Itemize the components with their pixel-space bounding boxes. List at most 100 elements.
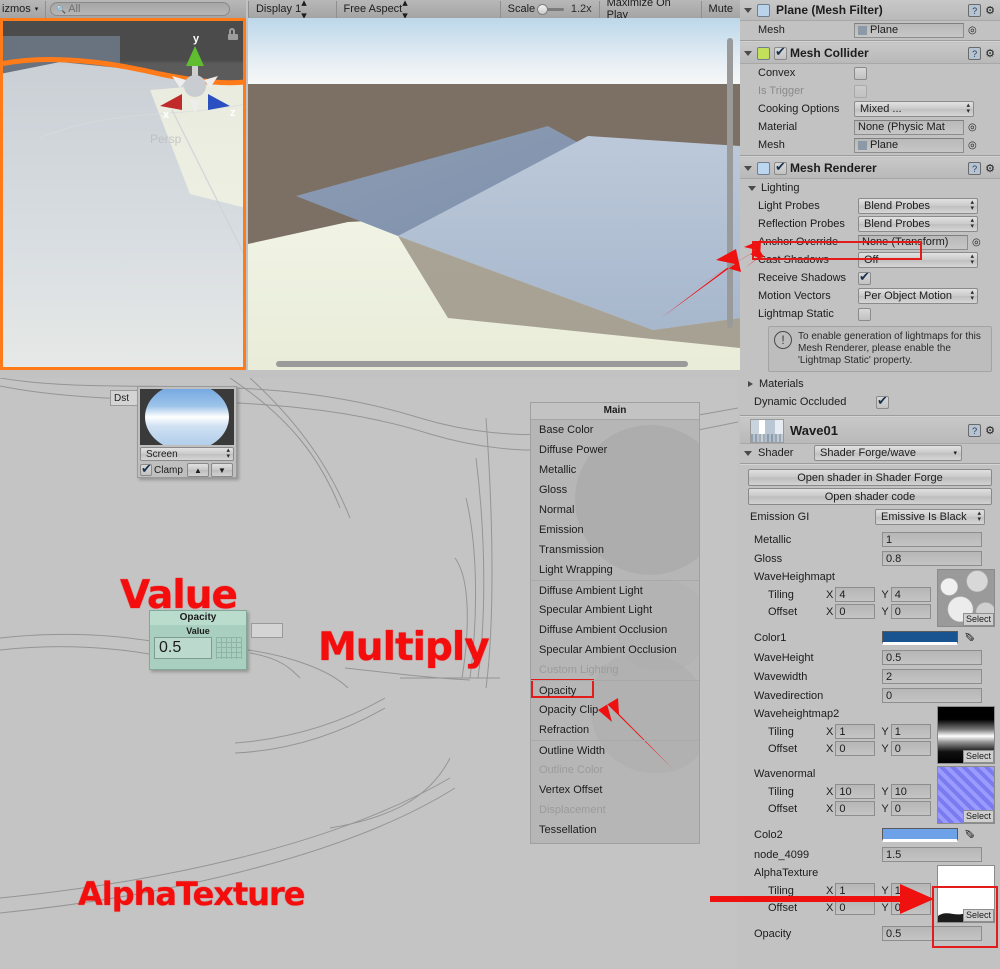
opacity-value-field[interactable]: 0.5 <box>154 637 212 659</box>
materials-foldout[interactable]: Materials <box>740 375 1000 393</box>
texture-select-button[interactable]: Select <box>962 750 994 763</box>
mute-audio-toggle[interactable]: Mute <box>702 0 740 18</box>
texture-tiling-y-field[interactable]: 4 <box>890 587 931 602</box>
scale-slider[interactable]: Scale 1.2x <box>501 0 599 18</box>
mesh-collider-header[interactable]: Mesh Collider ? ⚙ <box>740 43 1000 64</box>
move-down-button[interactable]: ▼ <box>210 463 233 477</box>
lock-icon[interactable] <box>228 28 238 40</box>
mesh-object-field[interactable]: Plane <box>854 22 964 38</box>
main-slot-metallic[interactable]: Metallic <box>531 460 699 480</box>
texture-offset-y-field[interactable]: 0 <box>890 801 931 816</box>
foldout-icon[interactable] <box>744 7 752 13</box>
mesh-renderer-enabled-checkbox[interactable] <box>774 160 787 175</box>
gear-icon[interactable]: ⚙ <box>985 162 995 175</box>
main-slot-opacity-clip[interactable]: Opacity Clip <box>531 700 699 720</box>
main-slot-light-wrapping[interactable]: Light Wrapping <box>531 560 699 580</box>
texture-offset-y-field[interactable]: 0 <box>890 741 931 756</box>
texture-tiling-y-field[interactable]: 1 <box>890 883 931 898</box>
cast-shadows-dropdown[interactable]: Off ▴ ▾ <box>858 252 978 268</box>
gloss-field[interactable]: 0.8 <box>882 551 982 566</box>
open-shader-code-button[interactable]: Open shader code <box>748 488 992 505</box>
foldout-icon[interactable] <box>744 165 752 171</box>
blend-mode-dropdown[interactable]: Screen ▴ ▾ <box>140 447 234 461</box>
texture-offset-y-field[interactable]: 0 <box>890 900 931 915</box>
material-header[interactable]: Wave01 ? ⚙ <box>740 418 1000 444</box>
emission-gi-dropdown[interactable]: Emissive Is Black ▴ ▾ <box>875 509 985 525</box>
main-slot-diffuse-power[interactable]: Diffuse Power <box>531 440 699 460</box>
colo2-color-swatch[interactable] <box>882 828 958 842</box>
main-slot-gloss[interactable]: Gloss <box>531 480 699 500</box>
material-object-field[interactable]: None (Physic Mat <box>854 119 964 135</box>
slider-track[interactable] <box>537 3 564 15</box>
gear-icon[interactable]: ⚙ <box>985 4 995 17</box>
main-slot-specular-ambient-light[interactable]: Specular Ambient Light <box>531 600 699 620</box>
opacity-value-node[interactable]: Opacity Value 0.5 <box>149 610 247 670</box>
texture-tiling-x-field[interactable]: 1 <box>835 883 876 898</box>
foldout-icon[interactable] <box>744 450 752 456</box>
mesh-object-field[interactable]: Plane <box>854 137 964 153</box>
wavedirection-field[interactable]: 0 <box>882 688 982 703</box>
help-icon[interactable]: ? <box>968 46 982 60</box>
color1-color-swatch[interactable] <box>882 631 958 645</box>
main-slot-normal[interactable]: Normal <box>531 500 699 520</box>
slider-handle[interactable] <box>537 3 549 15</box>
waveheight-field[interactable]: 0.5 <box>882 650 982 665</box>
texture-select-button[interactable]: Select <box>962 613 994 626</box>
inspector-panel[interactable]: Plane (Mesh Filter) ? ⚙ Mesh Plane ◎ Mes… <box>740 0 1000 969</box>
anchor-override-object-field[interactable]: None (Transform) <box>858 234 968 250</box>
maximize-on-play-toggle[interactable]: Maximize On Play <box>600 0 701 21</box>
main-slot-specular-ambient-occlusion[interactable]: Specular Ambient Occlusion <box>531 640 699 660</box>
foldout-icon[interactable] <box>748 381 753 387</box>
texture-offset-x-field[interactable]: 0 <box>835 604 876 619</box>
main-slot-custom-lighting[interactable]: Custom Lighting <box>531 660 699 680</box>
mesh-renderer-header[interactable]: Mesh Renderer ? ⚙ <box>740 158 1000 179</box>
main-slot-refraction[interactable]: Refraction <box>531 720 699 740</box>
main-slot-base-color[interactable]: Base Color <box>531 420 699 440</box>
shader-dropdown[interactable]: Shader Forge/wave ▾ <box>814 445 962 461</box>
texture-thumbnail[interactable]: Select <box>937 569 995 627</box>
main-slot-tessellation[interactable]: Tessellation <box>531 820 699 840</box>
texture-tiling-x-field[interactable]: 10 <box>835 784 876 799</box>
object-picker-icon[interactable]: ◎ <box>968 122 977 133</box>
reflection-probes-dropdown[interactable]: Blend Probes ▴ ▾ <box>858 216 978 232</box>
lighting-foldout[interactable]: Lighting <box>740 179 1000 197</box>
main-slot-diffuse-ambient-light[interactable]: Diffuse Ambient Light <box>531 580 699 600</box>
texture-tiling-y-field[interactable]: 10 <box>890 784 931 799</box>
foldout-icon[interactable] <box>744 50 752 56</box>
opacity-field[interactable]: 0.5 <box>882 926 982 941</box>
eyedropper-icon[interactable]: ✐ <box>964 630 975 646</box>
texture-tiling-y-field[interactable]: 1 <box>890 724 931 739</box>
is-trigger-checkbox[interactable] <box>854 84 867 98</box>
main-slot-transmission[interactable]: Transmission <box>531 540 699 560</box>
help-icon[interactable]: ? <box>968 3 982 17</box>
convex-checkbox[interactable] <box>854 66 867 80</box>
open-shader-in-forge-button[interactable]: Open shader in Shader Forge <box>748 469 992 486</box>
texture-thumbnail[interactable]: Select <box>937 706 995 764</box>
gear-icon[interactable]: ⚙ <box>985 47 995 60</box>
blend-node[interactable]: Screen ▴▾ Clamp ▲ ▼ <box>137 386 237 478</box>
game-view[interactable] <box>248 18 740 370</box>
texture-tiling-x-field[interactable]: 4 <box>835 587 876 602</box>
main-output-node[interactable]: Main Base Color Diffuse Power Metallic Glos… <box>530 402 700 844</box>
dynamic-occluded-checkbox[interactable] <box>876 394 889 409</box>
main-slot-diffuse-ambient-occlusion[interactable]: Diffuse Ambient Occlusion <box>531 620 699 640</box>
display-dropdown[interactable]: Display 1 ▴ ▾ <box>249 0 336 22</box>
texture-select-button[interactable]: Select <box>962 909 994 922</box>
object-picker-icon[interactable]: ◎ <box>972 237 981 248</box>
opacity-node-output-port[interactable] <box>251 623 283 638</box>
light-probes-dropdown[interactable]: Blend Probes ▴ ▾ <box>858 198 978 214</box>
eyedropper-icon[interactable]: ✐ <box>964 827 975 843</box>
gizmos-dropdown[interactable]: izmos ▾ <box>0 0 45 18</box>
aspect-dropdown[interactable]: Free Aspect ▴ ▾ <box>337 0 500 22</box>
texture-thumbnail[interactable]: Select <box>937 865 995 923</box>
texture-tiling-x-field[interactable]: 1 <box>835 724 876 739</box>
node_4099-field[interactable]: 1.5 <box>882 847 982 862</box>
cooking-options-dropdown[interactable]: Mixed ... ▴ ▾ <box>854 101 974 117</box>
help-icon[interactable]: ? <box>968 424 982 437</box>
texture-thumbnail[interactable]: Select <box>937 766 995 824</box>
mesh-filter-header[interactable]: Plane (Mesh Filter) ? ⚙ <box>740 0 1000 21</box>
texture-offset-x-field[interactable]: 0 <box>835 741 876 756</box>
move-up-button[interactable]: ▲ <box>186 463 209 477</box>
main-slot-emission[interactable]: Emission <box>531 520 699 540</box>
motion-vectors-dropdown[interactable]: Per Object Motion ▴ ▾ <box>858 288 978 304</box>
